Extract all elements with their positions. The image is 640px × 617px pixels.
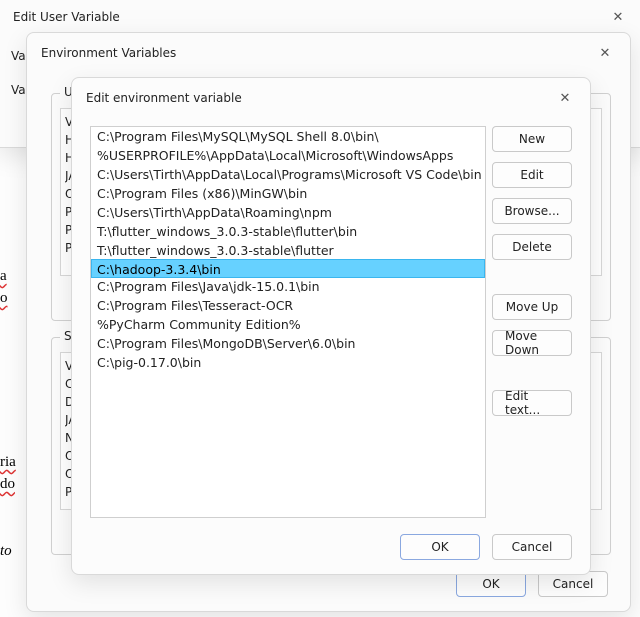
path-entries-listbox[interactable]: C:\Program Files\MySQL\MySQL Shell 8.0\b… <box>90 126 486 518</box>
cancel-button[interactable]: Cancel <box>492 534 572 560</box>
path-entry[interactable]: C:\Program Files\MongoDB\Server\6.0\bin <box>91 334 485 353</box>
path-entry[interactable]: T:\flutter_windows_3.0.3-stable\flutter\… <box>91 222 485 241</box>
bg-text: o <box>0 290 8 307</box>
dialog-title: Environment Variables <box>41 46 176 60</box>
close-icon[interactable]: ✕ <box>590 41 620 65</box>
path-entry[interactable]: T:\flutter_windows_3.0.3-stable\flutter <box>91 241 485 260</box>
path-entry[interactable]: C:\hadoop-3.3.4\bin <box>91 259 485 278</box>
path-entry[interactable]: C:\Program Files (x86)\MinGW\bin <box>91 184 485 203</box>
bg-text: a <box>0 268 7 285</box>
move-down-button[interactable]: Move Down <box>492 330 572 356</box>
edit-environment-variable-dialog: Edit environment variable ✕ C:\Program F… <box>71 77 591 575</box>
bg-text: to <box>0 543 12 560</box>
close-icon[interactable]: ✕ <box>603 5 633 29</box>
path-entry[interactable]: C:\pig-0.17.0\bin <box>91 353 485 372</box>
path-entry[interactable]: C:\Users\Tirth\AppData\Roaming\npm <box>91 203 485 222</box>
ok-button[interactable]: OK <box>400 534 480 560</box>
new-button[interactable]: New <box>492 126 572 152</box>
bg-text: ria <box>0 454 16 471</box>
delete-button[interactable]: Delete <box>492 234 572 260</box>
bg-text: do <box>0 476 15 493</box>
path-entry[interactable]: %PyCharm Community Edition% <box>91 315 485 334</box>
edit-button[interactable]: Edit <box>492 162 572 188</box>
path-entry[interactable]: C:\Program Files\Tesseract-OCR <box>91 296 485 315</box>
close-icon[interactable]: ✕ <box>550 86 580 110</box>
path-entry[interactable]: C:\Users\Tirth\AppData\Local\Programs\Mi… <box>91 165 485 184</box>
path-entry[interactable]: %USERPROFILE%\AppData\Local\Microsoft\Wi… <box>91 146 485 165</box>
path-entry[interactable]: C:\Program Files\Java\jdk-15.0.1\bin <box>91 277 485 296</box>
move-up-button[interactable]: Move Up <box>492 294 572 320</box>
dialog-title: Edit environment variable <box>86 91 242 105</box>
dialog-title: Edit User Variable <box>13 10 120 24</box>
edit-text-button[interactable]: Edit text... <box>492 390 572 416</box>
path-entry[interactable]: C:\Program Files\MySQL\MySQL Shell 8.0\b… <box>91 127 485 146</box>
browse-button[interactable]: Browse... <box>492 198 572 224</box>
